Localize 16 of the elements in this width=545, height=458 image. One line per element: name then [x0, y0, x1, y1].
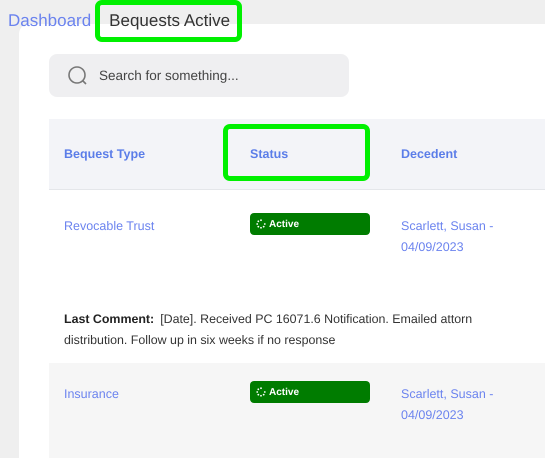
- search-field[interactable]: Search for something...: [49, 54, 349, 97]
- decedent-link[interactable]: Scarlett, Susan - 04/09/2023: [401, 216, 511, 275]
- last-comment: Last Comment: [Date]. Received PC 16071.6 Notification. Emailed attorn distribution. Follow up in six weeks if no response: [63, 311, 474, 349]
- spinner-icon: [256, 219, 266, 229]
- column-header[interactable]: Decedent: [401, 147, 458, 161]
- column-header[interactable]: Status: [250, 147, 288, 161]
- status-badge: Active: [250, 381, 370, 403]
- column-header[interactable]: Bequest Type: [64, 147, 146, 161]
- status-badge: Active: [250, 213, 370, 235]
- spinner-icon: [256, 387, 266, 397]
- decedent-link[interactable]: Scarlett, Susan - 04/09/2023: [401, 384, 511, 458]
- breadcrumb-link[interactable]: Dashboard: [8, 11, 92, 30]
- bequest-type-link[interactable]: Insurance: [64, 384, 250, 458]
- search-icon: [67, 65, 89, 87]
- bequest-type-link[interactable]: Revocable Trust: [64, 216, 250, 275]
- page-title: Bequests Active: [109, 11, 230, 30]
